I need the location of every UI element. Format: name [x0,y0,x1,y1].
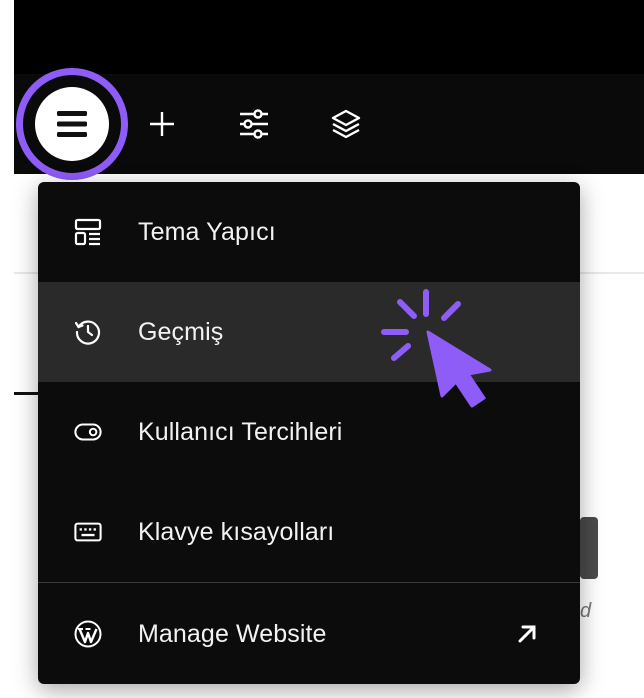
menu-item-label: Tema Yapıcı [138,217,276,246]
menu-item-label: Manage Website [138,619,327,648]
menu-item-theme-builder[interactable]: Tema Yapıcı [38,182,580,282]
menu-divider [38,582,580,583]
menu-item-manage-website[interactable]: Manage Website [38,584,580,684]
menu-button-highlight [16,68,128,180]
main-menu-dropdown: Tema Yapıcı Geçmiş Kullanıcı Tercihleri [38,182,580,684]
toggle-icon [74,418,102,446]
layers-icon [331,109,361,139]
menu-item-label: Klavye kısayolları [138,517,335,546]
menu-item-label: Kullanıcı Tercihleri [138,417,343,446]
background-button [580,517,598,579]
layers-button[interactable] [322,100,370,148]
add-button[interactable] [138,100,186,148]
background-text-fragment: d [580,600,592,622]
background-active-underline [14,392,38,395]
click-cursor-icon [381,289,492,408]
plus-icon [150,112,174,136]
history-icon [74,318,102,346]
arrow-up-right-icon [514,621,540,647]
toolbar-top-strip [14,0,644,74]
background-divider [580,272,644,274]
menu-button[interactable] [35,87,109,161]
settings-button[interactable] [230,100,278,148]
keyboard-icon [74,518,102,546]
background-divider [14,272,38,274]
wordpress-icon [74,620,102,648]
menu-item-keyboard-shortcuts[interactable]: Klavye kısayolları [38,482,580,582]
sliders-icon [240,109,268,139]
menu-item-label: Geçmiş [138,317,224,346]
layout-icon [74,218,102,246]
menu-icon [57,111,87,137]
